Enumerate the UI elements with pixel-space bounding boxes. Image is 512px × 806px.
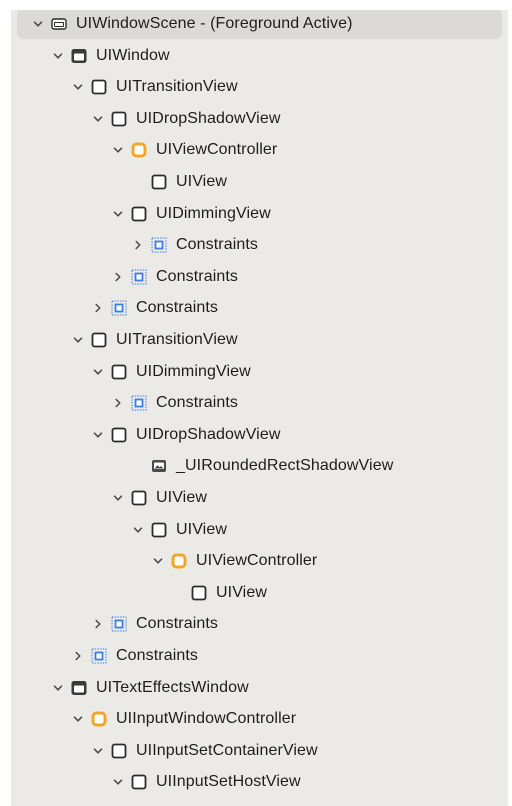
tree-row-constraints[interactable]: Constraints bbox=[11, 261, 508, 293]
view-icon bbox=[111, 111, 127, 127]
image-view-icon bbox=[151, 458, 167, 474]
tree-row-label: UIViewController bbox=[196, 552, 318, 570]
chevron-right-icon[interactable] bbox=[91, 617, 105, 631]
chevron-down-icon[interactable] bbox=[111, 491, 125, 505]
chevron-down-icon[interactable] bbox=[111, 775, 125, 789]
tree-row-label: Constraints bbox=[136, 615, 219, 633]
tree-row-label: UITransitionView bbox=[116, 330, 238, 348]
tree-row-constraints[interactable]: Constraints bbox=[11, 229, 508, 261]
tree-row-label: Constraints bbox=[176, 236, 259, 254]
view-controller-icon bbox=[131, 142, 147, 158]
view-icon bbox=[131, 490, 147, 506]
chevron-down-icon[interactable] bbox=[91, 365, 105, 379]
tree-row-label: UIWindowScene - (Foreground Active) bbox=[76, 14, 353, 32]
view-icon bbox=[91, 79, 107, 95]
tree-row-label: UIDropShadowView bbox=[136, 109, 281, 127]
tree-row-label: UIViewController bbox=[156, 141, 278, 159]
tree-row-label: UIDropShadowView bbox=[136, 425, 281, 443]
view-icon bbox=[131, 206, 147, 222]
chevron-right-icon[interactable] bbox=[71, 649, 85, 663]
view-icon bbox=[91, 332, 107, 348]
chevron-right-icon[interactable] bbox=[91, 301, 105, 315]
chevron-down-icon[interactable] bbox=[71, 80, 85, 94]
tree-row-label: UIView bbox=[216, 583, 267, 601]
tree-row-uiviewcontroller[interactable]: UIViewController bbox=[11, 135, 508, 167]
tree-row-constraints[interactable]: Constraints bbox=[11, 609, 508, 641]
tree-row-uiinputsethostview[interactable]: UIInputSetHostView bbox=[11, 767, 508, 799]
tree-row-uitransitionview[interactable]: UITransitionView bbox=[11, 324, 508, 356]
tree-row-uiwindowscene-foreground-active[interactable]: UIWindowScene - (Foreground Active) bbox=[11, 10, 508, 40]
tree-row-label: UITextEffectsWindow bbox=[96, 678, 249, 696]
tree-row-label: _UIRoundedRectShadowView bbox=[176, 457, 394, 475]
tree-row-label: Constraints bbox=[156, 267, 239, 285]
chevron-down-icon[interactable] bbox=[131, 523, 145, 537]
chevron-down-icon[interactable] bbox=[151, 554, 165, 568]
tree-row-uiviewcontroller[interactable]: UIViewController bbox=[11, 545, 508, 577]
window-scene-icon bbox=[51, 16, 67, 32]
view-icon bbox=[131, 774, 147, 790]
tree-row-uidropshadowview[interactable]: UIDropShadowView bbox=[11, 103, 508, 135]
constraints-icon bbox=[111, 616, 127, 632]
tree-row-constraints[interactable]: Constraints bbox=[11, 293, 508, 325]
tree-row-label: UIInputSetHostView bbox=[156, 773, 301, 791]
tree-row-uiinputwindowcontroller[interactable]: UIInputWindowController bbox=[11, 703, 508, 735]
tree-row-label: UIView bbox=[156, 488, 207, 506]
constraints-icon bbox=[91, 648, 107, 664]
tree-row-uitexteffectswindow[interactable]: UITextEffectsWindow bbox=[11, 672, 508, 704]
tree-row-label: UIWindow bbox=[96, 46, 170, 64]
chevron-right-icon[interactable] bbox=[111, 396, 125, 410]
chevron-down-icon[interactable] bbox=[71, 333, 85, 347]
view-controller-icon bbox=[91, 711, 107, 727]
chevron-down-icon[interactable] bbox=[51, 681, 65, 695]
tree-row-constraints[interactable]: Constraints bbox=[11, 640, 508, 672]
tree-row-uiwindow[interactable]: UIWindow bbox=[11, 40, 508, 72]
view-controller-icon bbox=[171, 553, 187, 569]
view-icon bbox=[191, 585, 207, 601]
tree-row-uidimmingview[interactable]: UIDimmingView bbox=[11, 198, 508, 230]
tree-row-uiroundedrectshadowview[interactable]: _UIRoundedRectShadowView bbox=[11, 451, 508, 483]
tree-row-label: UIInputSetContainerView bbox=[136, 741, 318, 759]
tree-row-constraints[interactable]: Constraints bbox=[11, 387, 508, 419]
tree-row-label: UIView bbox=[176, 172, 227, 190]
tree-row-uiview[interactable]: UIView bbox=[11, 166, 508, 198]
tree-row-uiview[interactable]: UIView bbox=[11, 482, 508, 514]
tree-row-label: UIDimmingView bbox=[136, 362, 251, 380]
chevron-right-icon[interactable] bbox=[111, 270, 125, 284]
window-icon bbox=[71, 680, 87, 696]
constraints-icon bbox=[131, 269, 147, 285]
chevron-down-icon[interactable] bbox=[91, 744, 105, 758]
tree-row-uitransitionview[interactable]: UITransitionView bbox=[11, 71, 508, 103]
tree-row-uidimmingview[interactable]: UIDimmingView bbox=[11, 356, 508, 388]
chevron-down-icon[interactable] bbox=[31, 17, 45, 31]
chevron-down-icon[interactable] bbox=[111, 143, 125, 157]
tree-row-label: UITransitionView bbox=[116, 78, 238, 96]
tree-row-uiinputsetcontainerview[interactable]: UIInputSetContainerView bbox=[11, 735, 508, 767]
tree-row-label: Constraints bbox=[116, 646, 199, 664]
tree-row-label: UIInputWindowController bbox=[116, 710, 297, 728]
constraints-icon bbox=[151, 237, 167, 253]
tree-row-uidropshadowview[interactable]: UIDropShadowView bbox=[11, 419, 508, 451]
view-hierarchy-navigator: UIWindowScene - (Foreground Active) UIWin… bbox=[11, 10, 508, 806]
tree-row-label: Constraints bbox=[136, 299, 219, 317]
tree-row-uiview[interactable]: UIView bbox=[11, 514, 508, 546]
view-icon bbox=[111, 364, 127, 380]
constraints-icon bbox=[131, 395, 147, 411]
view-icon bbox=[151, 522, 167, 538]
view-icon bbox=[111, 743, 127, 759]
window-icon bbox=[71, 48, 87, 64]
tree-row-uiview[interactable]: UIView bbox=[11, 577, 508, 609]
view-icon bbox=[151, 174, 167, 190]
chevron-down-icon[interactable] bbox=[91, 428, 105, 442]
chevron-down-icon[interactable] bbox=[71, 712, 85, 726]
chevron-down-icon[interactable] bbox=[111, 207, 125, 221]
view-icon bbox=[111, 427, 127, 443]
chevron-down-icon[interactable] bbox=[91, 112, 105, 126]
chevron-down-icon[interactable] bbox=[51, 49, 65, 63]
tree-row-label: UIView bbox=[176, 520, 227, 538]
tree-row-label: UIDimmingView bbox=[156, 204, 271, 222]
tree-row-label: Constraints bbox=[156, 394, 239, 412]
chevron-right-icon[interactable] bbox=[131, 238, 145, 252]
constraints-icon bbox=[111, 300, 127, 316]
